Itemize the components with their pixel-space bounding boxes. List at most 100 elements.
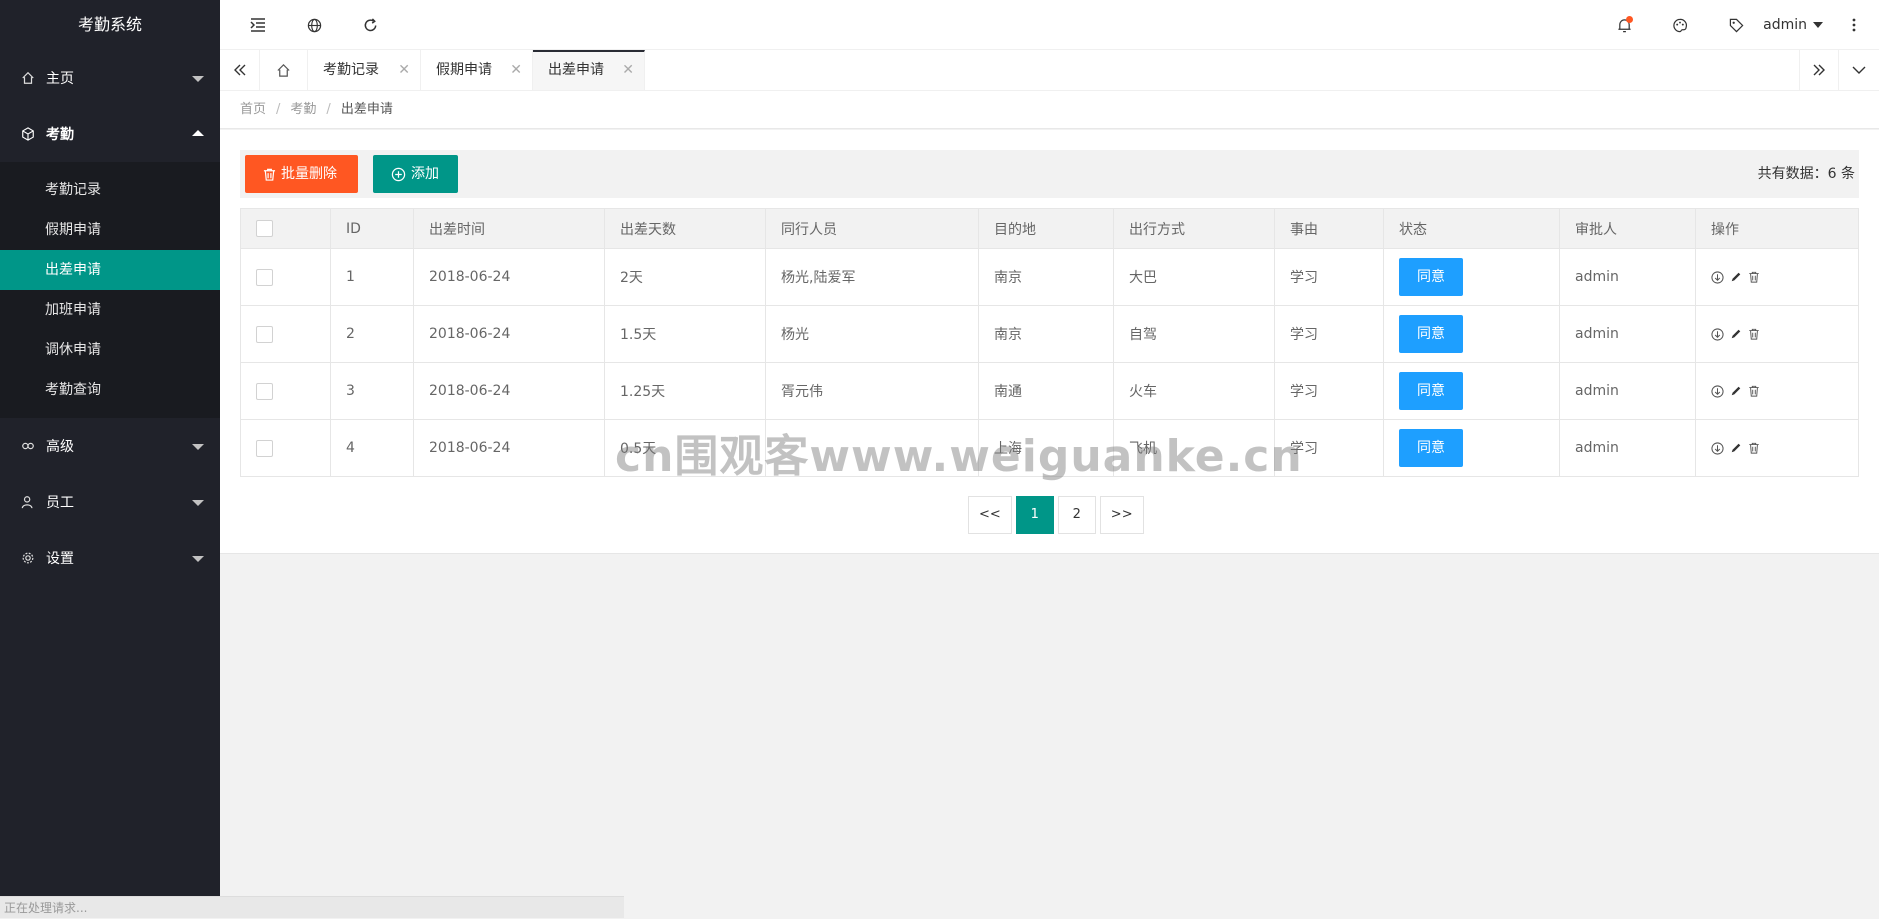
download-icon[interactable] (1711, 384, 1724, 398)
cell-dest: 上海 (978, 419, 1114, 477)
nav-group-settings[interactable]: 设置 (0, 530, 220, 586)
user-icon (20, 494, 36, 510)
cell-actions (1695, 362, 1859, 420)
notification-button[interactable] (1599, 0, 1649, 50)
nav-group-label: 高级 (46, 439, 74, 455)
select-all-checkbox[interactable] (256, 220, 273, 237)
notification-dot (1626, 16, 1633, 23)
table-row: 1 2018-06-24 2天 杨光,陆爱军 南京 大巴 学习 同意 admin (240, 248, 1859, 306)
trip-table: ID 出差时间 出差天数 同行人员 目的地 出行方式 事由 状态 审批人 操作 … (240, 208, 1859, 477)
tab-leave-request[interactable]: 假期申请 ✕ (421, 50, 533, 90)
breadcrumb-attendance[interactable]: 考勤 (290, 102, 316, 117)
row-checkbox[interactable] (256, 382, 273, 400)
cell-id: 3 (330, 362, 414, 420)
indent-icon (250, 18, 265, 32)
edit-icon[interactable] (1730, 271, 1742, 283)
app-logo: 考勤系统 (0, 0, 220, 50)
double-chevron-left-icon (233, 64, 245, 76)
delete-icon[interactable] (1748, 385, 1760, 397)
cell-mode: 大巴 (1113, 248, 1275, 306)
sidebar-item-business-trip[interactable]: 出差申请 (0, 250, 220, 290)
cell-id: 1 (330, 248, 414, 306)
header-approver: 审批人 (1559, 208, 1696, 249)
status-approve-button[interactable]: 同意 (1399, 258, 1463, 296)
cell-mode: 自驾 (1113, 305, 1275, 363)
download-icon[interactable] (1711, 270, 1724, 284)
download-icon[interactable] (1711, 327, 1724, 341)
nav-group-attendance[interactable]: 考勤 (0, 106, 220, 162)
cell-actions (1695, 305, 1859, 363)
tab-attendance-record[interactable]: 考勤记录 ✕ (308, 50, 421, 90)
sidebar-item-overtime[interactable]: 加班申请 (0, 290, 220, 330)
tab-business-trip[interactable]: 出差申请 ✕ (533, 50, 645, 90)
add-circle-icon (391, 167, 406, 182)
edit-icon[interactable] (1730, 385, 1742, 397)
cell-approver: admin (1559, 248, 1696, 306)
tag-button[interactable] (1711, 0, 1761, 50)
tabs-menu-button[interactable] (1839, 50, 1879, 90)
tabs-scroll-left-button[interactable] (220, 50, 260, 90)
download-icon[interactable] (1711, 441, 1724, 455)
row-checkbox[interactable] (256, 325, 273, 343)
status-approve-button[interactable]: 同意 (1399, 429, 1463, 467)
close-icon[interactable]: ✕ (510, 50, 522, 90)
row-checkbox-cell (240, 248, 331, 306)
pagination-prev[interactable]: << (968, 496, 1012, 534)
close-icon[interactable]: ✕ (398, 50, 410, 90)
row-checkbox[interactable] (256, 268, 273, 286)
nav-group-label: 主页 (46, 71, 74, 87)
attendance-submenu: 考勤记录 假期申请 出差申请 加班申请 调休申请 考勤查询 (0, 162, 220, 418)
table-body: 1 2018-06-24 2天 杨光,陆爱军 南京 大巴 学习 同意 admin 2 2018-06… (240, 248, 1859, 477)
language-button[interactable] (289, 0, 339, 50)
batch-delete-button[interactable]: 批量删除 (245, 155, 358, 193)
status-approve-button[interactable]: 同意 (1399, 372, 1463, 410)
sidebar-item-compensatory-leave[interactable]: 调休申请 (0, 330, 220, 370)
cell-reason: 学习 (1274, 419, 1384, 477)
table-row: 2 2018-06-24 1.5天 杨光 南京 自驾 学习 同意 admin (240, 305, 1859, 363)
pagination-page-1[interactable]: 1 (1015, 496, 1054, 534)
nav-group-label: 员工 (46, 495, 74, 511)
tab-home[interactable] (260, 50, 308, 90)
header-status: 状态 (1383, 208, 1560, 249)
nav-group-advanced[interactable]: 高级 (0, 418, 220, 474)
pagination-next[interactable]: >> (1099, 496, 1144, 534)
delete-icon[interactable] (1748, 328, 1760, 340)
edit-icon[interactable] (1730, 328, 1742, 340)
cell-reason: 学习 (1274, 305, 1384, 363)
edit-icon[interactable] (1730, 442, 1742, 454)
pagination-page-2[interactable]: 2 (1057, 496, 1096, 534)
header-date: 出差时间 (413, 208, 605, 249)
tabs-scroll-right-button[interactable] (1799, 50, 1839, 90)
sidebar-item-leave-request[interactable]: 假期申请 (0, 210, 220, 250)
delete-icon[interactable] (1748, 271, 1760, 283)
top-header: admin (220, 0, 1879, 50)
breadcrumb-home[interactable]: 首页 (240, 102, 266, 117)
header-id: ID (330, 208, 414, 249)
user-menu[interactable]: admin (1763, 0, 1823, 50)
cell-date: 2018-06-24 (413, 419, 605, 477)
cell-companions: 杨光 (765, 305, 979, 363)
sidebar-item-attendance-record[interactable]: 考勤记录 (0, 170, 220, 210)
header-actions: 操作 (1695, 208, 1859, 249)
palette-icon (1673, 18, 1687, 32)
more-button[interactable] (1829, 0, 1879, 50)
cell-dest: 南京 (978, 248, 1114, 306)
row-checkbox[interactable] (256, 439, 273, 457)
close-icon[interactable]: ✕ (622, 52, 634, 88)
cell-actions (1695, 248, 1859, 306)
add-button[interactable]: 添加 (373, 155, 458, 193)
refresh-button[interactable] (345, 0, 395, 50)
sidebar-item-attendance-query[interactable]: 考勤查询 (0, 370, 220, 410)
nav-group-employee[interactable]: 员工 (0, 474, 220, 530)
theme-button[interactable] (1655, 0, 1705, 50)
breadcrumb: 首页 / 考勤 / 出差申请 (220, 91, 1879, 129)
status-approve-button[interactable]: 同意 (1399, 315, 1463, 353)
tab-label: 考勤记录 (323, 62, 379, 78)
delete-icon[interactable] (1748, 442, 1760, 454)
nav-group-home[interactable]: 主页 (0, 50, 220, 106)
chevron-down-icon (1852, 66, 1866, 74)
menu-toggle-button[interactable] (233, 0, 283, 50)
cell-days: 1.5天 (604, 305, 766, 363)
tag-icon (1729, 18, 1743, 32)
tab-label: 出差申请 (548, 62, 604, 78)
